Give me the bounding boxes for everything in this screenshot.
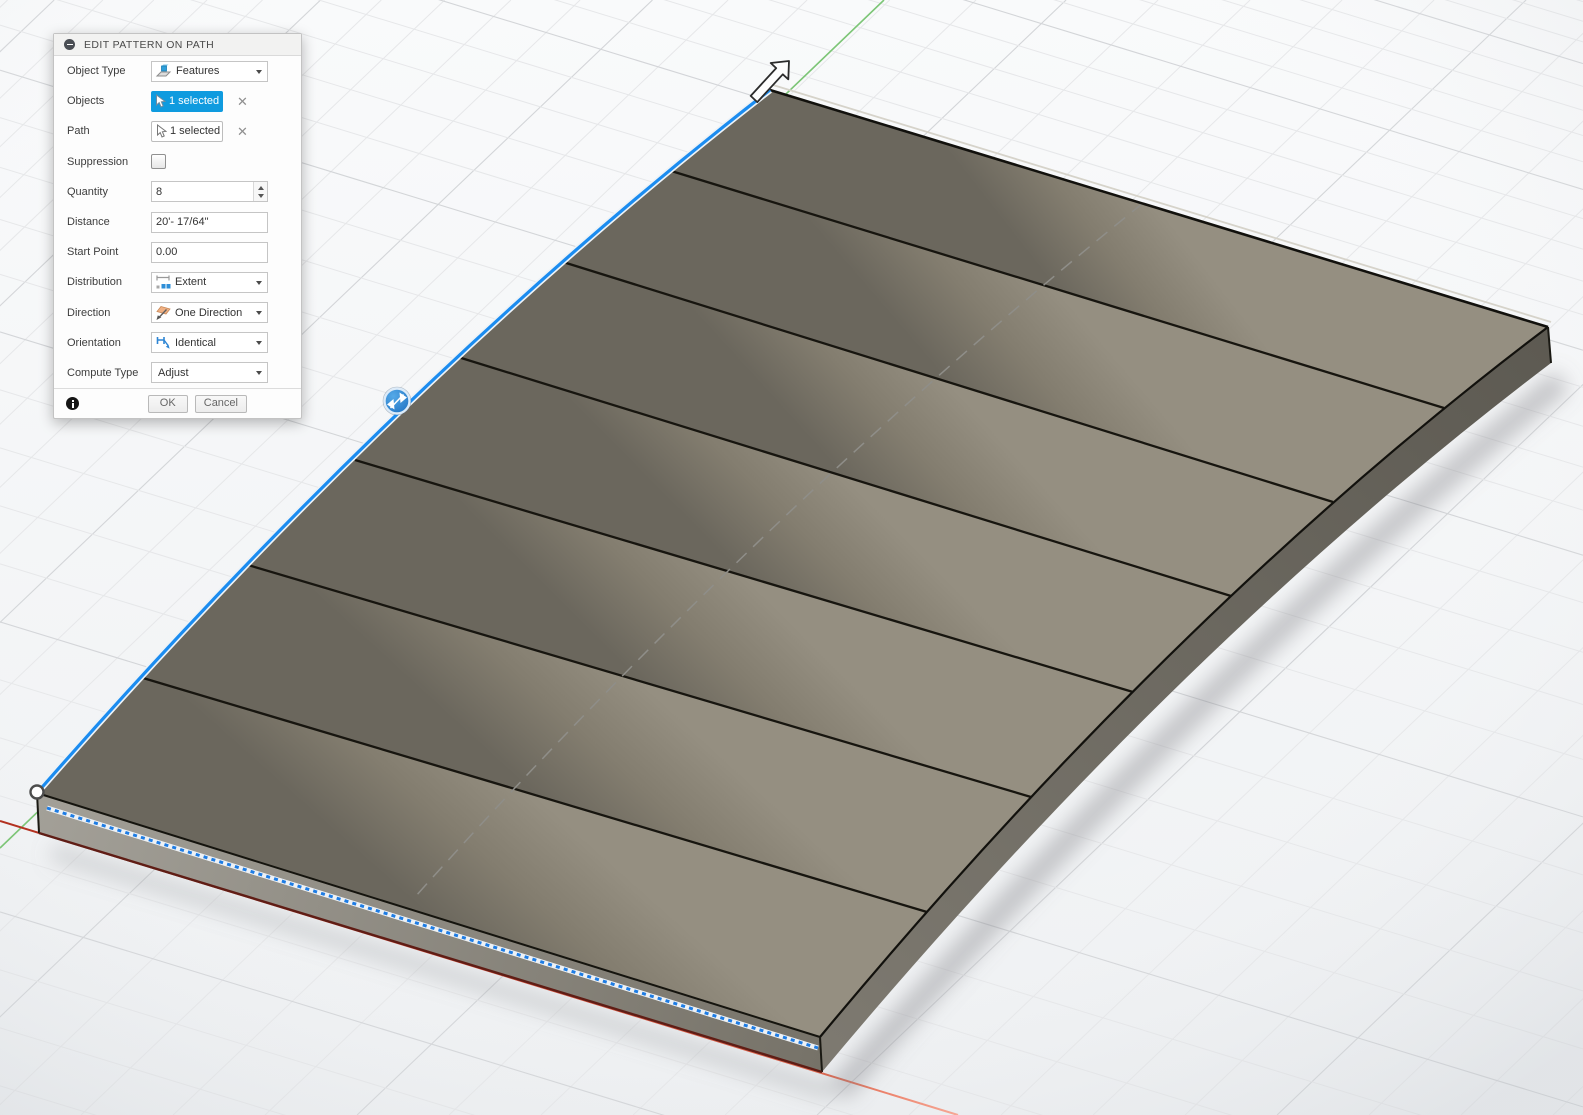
features-icon <box>155 64 172 78</box>
row-orientation: Orientation Identical <box>54 328 301 358</box>
identical-orientation-icon <box>155 335 171 351</box>
direction-label: Direction <box>67 306 111 319</box>
objects-selection-chip[interactable]: 1 selected <box>151 90 223 112</box>
chevron-down-icon <box>256 311 262 316</box>
dialog-footer: OK Cancel <box>54 388 301 418</box>
dialog-titlebar[interactable]: EDIT PATTERN ON PATH <box>54 34 301 56</box>
edit-pattern-on-path-dialog: EDIT PATTERN ON PATH Object Type Feature… <box>53 33 302 420</box>
suppression-checkbox[interactable] <box>151 154 166 170</box>
chevron-down-icon <box>256 69 262 74</box>
row-compute-type: Compute Type Adjust <box>54 358 301 388</box>
direction-dropdown[interactable]: One Direction <box>151 302 268 324</box>
stepper-down-icon[interactable] <box>257 193 264 198</box>
clear-objects-icon[interactable]: ✕ <box>237 95 248 108</box>
info-icon[interactable] <box>66 397 79 411</box>
collapse-dialog-icon[interactable] <box>64 39 75 50</box>
chevron-down-icon <box>256 341 262 346</box>
row-quantity: Quantity <box>54 177 301 207</box>
row-suppression: Suppression <box>54 147 301 177</box>
orientation-value: Identical <box>175 336 216 349</box>
cursor-select-icon <box>155 94 166 108</box>
path-selected-count: 1 selected <box>170 125 221 138</box>
distance-label: Distance <box>67 216 110 229</box>
orientation-label: Orientation <box>67 336 121 349</box>
path-selection-chip[interactable]: 1 selected <box>151 120 223 142</box>
compute-type-dropdown[interactable]: Adjust <box>151 362 268 384</box>
distribution-dropdown[interactable]: Extent <box>151 271 268 293</box>
clear-path-icon[interactable]: ✕ <box>237 125 248 138</box>
row-distance: Distance <box>54 207 301 237</box>
start-point-label: Start Point <box>67 246 119 259</box>
chevron-down-icon <box>256 371 262 376</box>
quantity-stepper[interactable] <box>253 182 267 202</box>
start-point-input[interactable] <box>151 241 268 263</box>
cursor-select-icon <box>156 124 167 139</box>
object-type-value: Features <box>176 65 220 78</box>
path-label: Path <box>67 125 90 138</box>
row-start-point: Start Point <box>54 237 301 267</box>
compute-type-value: Adjust <box>158 366 189 379</box>
row-object-type: Object Type Features <box>54 56 301 86</box>
chevron-down-icon <box>256 280 262 285</box>
drag-manipulator[interactable] <box>382 386 412 416</box>
row-distribution: Distribution Extent <box>54 267 301 297</box>
suppression-label: Suppression <box>67 155 129 168</box>
direction-value: One Direction <box>175 306 243 319</box>
fusion-viewport-screen: EDIT PATTERN ON PATH Object Type Feature… <box>0 0 1583 1115</box>
row-path: Path 1 selected ✕ <box>54 116 301 146</box>
quantity-label: Quantity <box>67 185 108 198</box>
objects-selected-count: 1 selected <box>169 95 220 108</box>
quantity-input[interactable] <box>151 181 268 203</box>
distance-input[interactable] <box>151 211 268 233</box>
row-objects: Objects 1 selected ✕ <box>54 86 301 116</box>
objects-label: Objects <box>67 95 105 108</box>
ok-button[interactable]: OK <box>147 394 188 413</box>
dialog-title: EDIT PATTERN ON PATH <box>84 38 215 51</box>
extent-icon <box>155 274 171 290</box>
stepper-up-icon[interactable] <box>257 186 264 190</box>
path-start-point[interactable] <box>29 784 45 800</box>
one-direction-icon <box>155 305 171 321</box>
object-type-label: Object Type <box>67 65 126 78</box>
compute-type-label: Compute Type <box>67 366 139 379</box>
cancel-button[interactable]: Cancel <box>194 394 247 413</box>
row-direction: Direction One Direction <box>54 298 301 328</box>
orientation-dropdown[interactable]: Identical <box>151 332 268 354</box>
object-type-dropdown[interactable]: Features <box>151 60 268 82</box>
distribution-label: Distribution <box>67 276 123 289</box>
distribution-value: Extent <box>175 276 207 289</box>
